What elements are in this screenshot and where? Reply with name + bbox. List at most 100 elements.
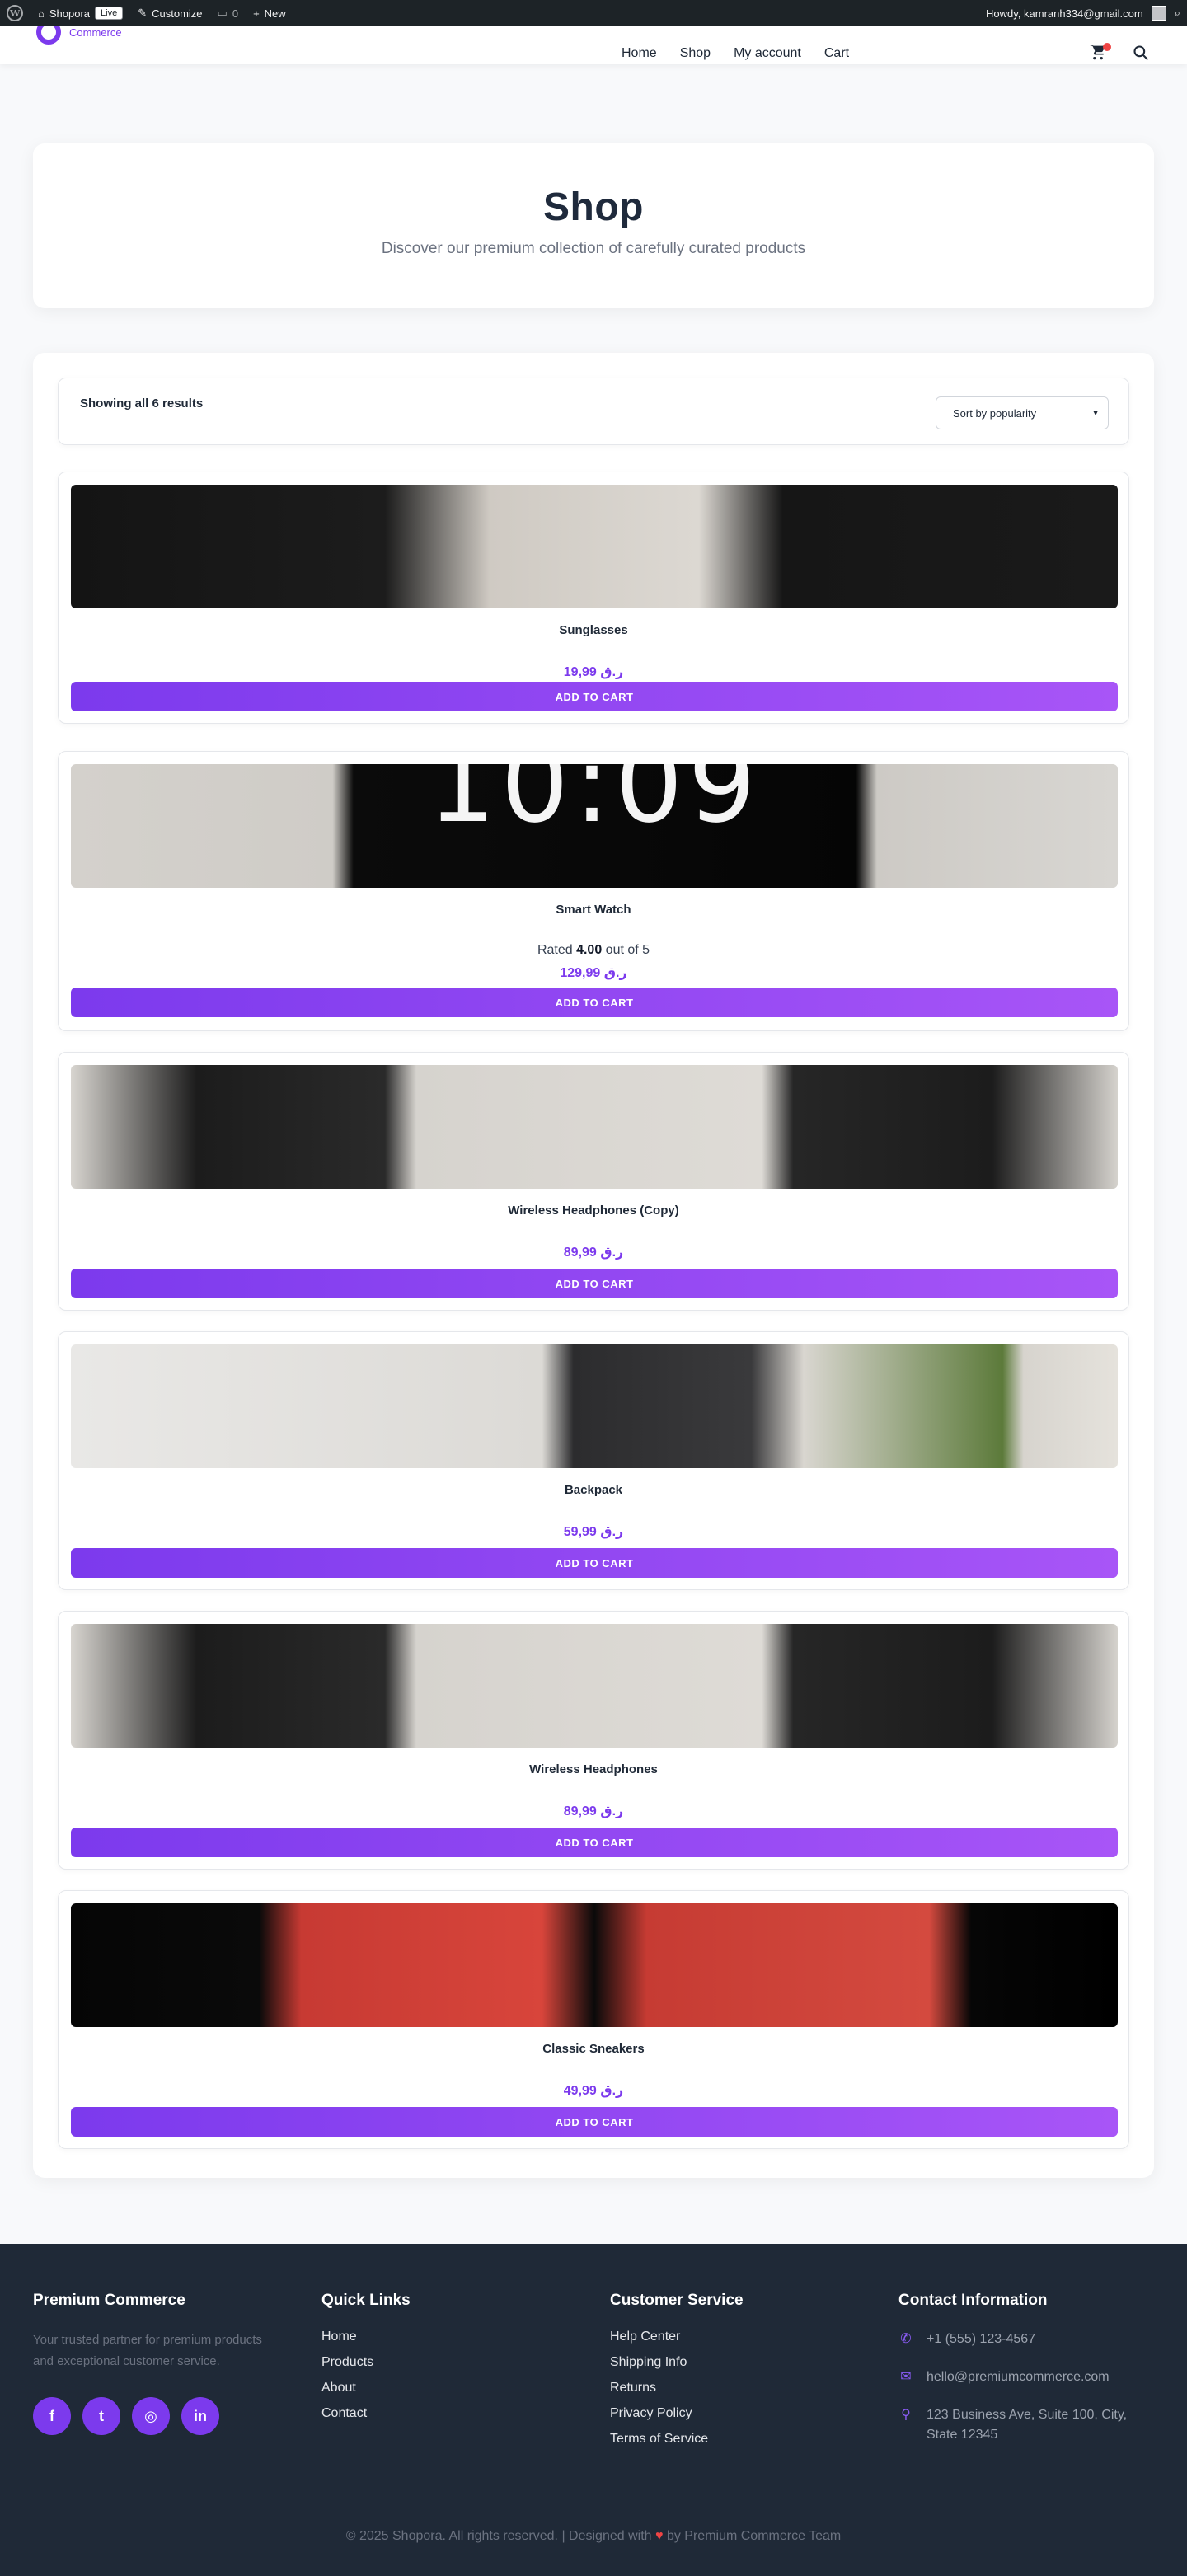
product-name[interactable]: Sunglasses xyxy=(59,623,1128,637)
site-header: Commerce Home Shop My account Cart xyxy=(0,20,1187,66)
product-rating: Rated 4.00 out of 5 xyxy=(59,943,1128,958)
comment-icon: ▭ xyxy=(217,7,228,19)
footer-link-shipping-info[interactable]: Shipping Info xyxy=(610,2355,744,2370)
footer-link-about[interactable]: About xyxy=(321,2381,411,2395)
shop-toolbar: Showing all 6 results Sort by popularity… xyxy=(58,378,1129,445)
product-listing: Showing all 6 results Sort by popularity… xyxy=(33,353,1154,2178)
new-content-menu[interactable]: + New xyxy=(253,7,286,20)
account-menu[interactable]: Howdy, kamranh334@gmail.com xyxy=(986,7,1143,20)
heart-icon: ♥ xyxy=(655,2529,664,2543)
product-image-wireless-headphones[interactable] xyxy=(71,1624,1118,1748)
customer-service-title: Customer Service xyxy=(610,2292,744,2309)
product-card: Sunglasses ر.ق 19,99 ADD TO CART xyxy=(58,472,1129,724)
footer-link-contact[interactable]: Contact xyxy=(321,2406,411,2421)
product-image-sunglasses[interactable] xyxy=(71,485,1118,608)
product-price: ر.ق 49,99 xyxy=(563,2084,624,2098)
product-image-classic-sneakers[interactable] xyxy=(71,1903,1118,2027)
header-search-icon[interactable] xyxy=(1133,45,1149,66)
product-image-wireless-headphones-copy[interactable] xyxy=(71,1065,1118,1189)
add-to-cart-button[interactable]: ADD TO CART xyxy=(71,1828,1118,1857)
rating-prefix: Rated xyxy=(537,943,577,957)
contact-email: ✉ hello@premiumcommerce.com xyxy=(898,2367,1154,2387)
contact-address-text: 123 Business Ave, Suite 100, City, State… xyxy=(927,2408,1128,2442)
footer-link-help-center[interactable]: Help Center xyxy=(610,2330,744,2344)
product-name[interactable]: Classic Sneakers xyxy=(59,2042,1128,2056)
contact-address: ⚲ 123 Business Ave, Suite 100, City, Sta… xyxy=(898,2405,1154,2445)
cart-icon[interactable] xyxy=(1090,43,1111,66)
contact-title: Contact Information xyxy=(898,2292,1048,2309)
add-to-cart-button[interactable]: ADD TO CART xyxy=(71,988,1118,1017)
dashboard-icon: ⌂ xyxy=(38,7,45,20)
footer-brand-title: Premium Commerce xyxy=(33,2292,185,2309)
instagram-icon[interactable]: ◎ xyxy=(132,2397,170,2435)
contact-email-text[interactable]: hello@premiumcommerce.com xyxy=(927,2367,1110,2387)
admin-bar: W ⌂ Shopora Live ✎ Customize ▭ 0 + New H… xyxy=(0,0,1187,26)
rating-value: 4.00 xyxy=(576,943,603,957)
footer-brand-column: Premium Commerce Your trusted partner fo… xyxy=(33,2292,272,2435)
main-nav: Home Shop My account Cart xyxy=(622,46,849,60)
sort-select[interactable]: Sort by popularity ▼ xyxy=(936,396,1109,429)
product-price: ر.ق 129,99 xyxy=(560,966,627,980)
product-card: Wireless Headphones ر.ق 89,99 ADD TO CAR… xyxy=(58,1611,1129,1870)
product-card: Backpack ر.ق 59,99 ADD TO CART xyxy=(58,1331,1129,1590)
product-image-smart-watch[interactable]: 10:09 xyxy=(71,764,1118,888)
footer-customer-service: Customer Service Help Center Shipping In… xyxy=(610,2292,744,2457)
site-name-menu[interactable]: ⌂ Shopora Live xyxy=(38,7,124,20)
add-to-cart-button[interactable]: ADD TO CART xyxy=(71,682,1118,711)
map-pin-icon: ⚲ xyxy=(901,2408,911,2422)
product-name[interactable]: Wireless Headphones xyxy=(59,1762,1128,1776)
product-name[interactable]: Wireless Headphones (Copy) xyxy=(59,1204,1128,1218)
logo-text[interactable]: Commerce xyxy=(69,26,122,39)
footer-link-returns[interactable]: Returns xyxy=(610,2381,744,2395)
footer-link-products[interactable]: Products xyxy=(321,2355,411,2370)
customize-link[interactable]: ✎ Customize xyxy=(138,7,202,20)
site-footer: Premium Commerce Your trusted partner fo… xyxy=(0,2244,1187,2576)
add-to-cart-button[interactable]: ADD TO CART xyxy=(71,2107,1118,2137)
product-price: ر.ق 89,99 xyxy=(563,1246,624,1260)
product-card: 10:09 Smart Watch Rated 4.00 out of 5 ر.… xyxy=(58,751,1129,1031)
site-name: Shopora xyxy=(49,7,91,20)
footer-link-terms[interactable]: Terms of Service xyxy=(610,2432,744,2447)
add-to-cart-button[interactable]: ADD TO CART xyxy=(71,1269,1118,1298)
nav-home[interactable]: Home xyxy=(622,46,657,60)
linkedin-icon[interactable]: in xyxy=(181,2397,219,2435)
live-badge: Live xyxy=(95,7,124,20)
nav-my-account[interactable]: My account xyxy=(734,46,801,60)
add-to-cart-button[interactable]: ADD TO CART xyxy=(71,1548,1118,1578)
twitter-icon[interactable]: t xyxy=(82,2397,120,2435)
header-icons xyxy=(1090,43,1149,66)
search-icon[interactable]: ⌕ xyxy=(1175,7,1180,20)
nav-cart[interactable]: Cart xyxy=(824,46,849,60)
customize-label: Customize xyxy=(152,7,203,20)
plus-icon: + xyxy=(253,7,260,20)
copyright-left: © 2025 Shopora. All rights reserved. | D… xyxy=(345,2529,655,2543)
product-name[interactable]: Backpack xyxy=(59,1483,1128,1497)
wordpress-logo-menu[interactable]: W xyxy=(7,5,23,21)
avatar[interactable] xyxy=(1151,6,1166,21)
footer-brand-description: Your trusted partner for premium product… xyxy=(33,2333,262,2368)
nav-shop[interactable]: Shop xyxy=(680,46,711,60)
page-title: Shop xyxy=(543,185,644,229)
product-card: Classic Sneakers ر.ق 49,99 ADD TO CART xyxy=(58,1890,1129,2149)
product-price: ر.ق 89,99 xyxy=(563,1804,624,1818)
rating-suffix: out of 5 xyxy=(602,943,650,957)
wordpress-icon: W xyxy=(7,5,23,21)
footer-link-privacy-policy[interactable]: Privacy Policy xyxy=(610,2406,744,2421)
product-price: ر.ق 59,99 xyxy=(563,1525,624,1539)
envelope-icon: ✉ xyxy=(900,2370,912,2384)
page-subtitle: Discover our premium collection of caref… xyxy=(381,240,806,257)
contact-phone-text[interactable]: +1 (555) 123-4567 xyxy=(927,2330,1035,2349)
new-label: New xyxy=(264,7,286,20)
contact-phone: ✆ +1 (555) 123-4567 xyxy=(898,2330,1154,2349)
product-price: ر.ق 19,99 xyxy=(563,665,624,679)
sort-value: Sort by popularity xyxy=(953,406,1037,420)
product-image-backpack[interactable] xyxy=(71,1344,1118,1468)
comments-link[interactable]: ▭ 0 xyxy=(218,7,239,20)
social-links: f t ◎ in xyxy=(33,2397,272,2435)
result-count: Showing all 6 results xyxy=(80,396,204,411)
facebook-icon[interactable]: f xyxy=(33,2397,71,2435)
product-card: Wireless Headphones (Copy) ر.ق 89,99 ADD… xyxy=(58,1052,1129,1311)
footer-link-home[interactable]: Home xyxy=(321,2330,411,2344)
chevron-down-icon: ▼ xyxy=(1091,408,1100,418)
product-name[interactable]: Smart Watch xyxy=(59,903,1128,917)
